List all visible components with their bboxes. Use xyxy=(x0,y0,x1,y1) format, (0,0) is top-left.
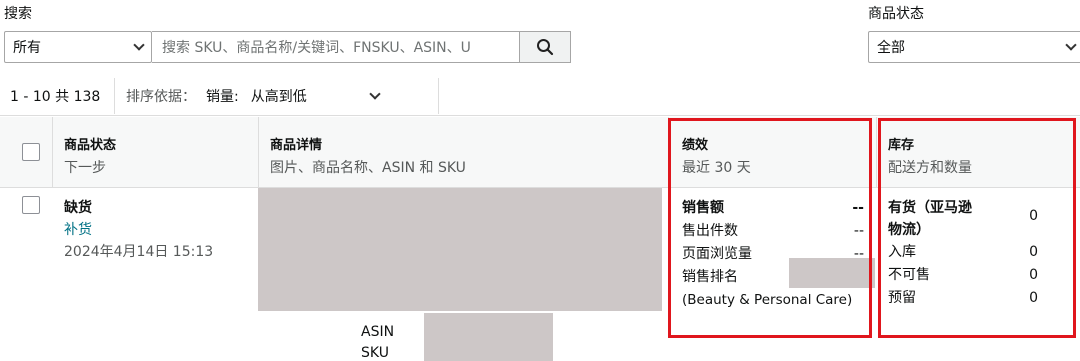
divider xyxy=(438,78,439,114)
search-button[interactable] xyxy=(519,31,571,63)
column-status-sub: 下一步 xyxy=(64,160,106,176)
result-range: 1 - 10 共 138 xyxy=(10,89,101,105)
column-status-title: 商品状态 xyxy=(64,138,117,153)
sku-label: SKU xyxy=(361,345,389,361)
divider xyxy=(52,117,53,188)
chevron-down-icon xyxy=(133,39,145,51)
sort-value: 从高到低 xyxy=(250,89,307,105)
divider xyxy=(258,117,259,188)
status-filter-value: 全部 xyxy=(877,40,905,56)
chevron-down-icon xyxy=(369,88,381,100)
asin-sku-redacted xyxy=(424,313,553,361)
search-input[interactable]: 搜索 SKU、商品名称/关键词、FNSKU、ASIN、U xyxy=(152,31,520,63)
divider xyxy=(114,78,115,114)
sort-select[interactable]: 销量: 从高到低 xyxy=(206,86,426,106)
column-details-sub: 图片、商品名称、ASIN 和 SKU xyxy=(270,160,466,176)
column-details-title: 商品详情 xyxy=(270,138,323,153)
select-all-checkbox[interactable] xyxy=(22,143,40,161)
status-filter-select[interactable]: 全部 xyxy=(868,31,1080,63)
column-details[interactable]: 商品详情 图片、商品名称、ASIN 和 SKU xyxy=(270,134,466,177)
row-status-cell: 缺货 补货 2024年4月14日 15:13 xyxy=(64,197,213,263)
divider xyxy=(876,117,877,188)
asin-label: ASIN xyxy=(361,324,395,340)
sort-label: 排序依据： xyxy=(126,89,196,105)
product-image-redacted xyxy=(258,188,662,311)
replenish-link[interactable]: 补货 xyxy=(64,219,213,241)
status-badge: 缺货 xyxy=(64,200,92,216)
row-checkbox[interactable] xyxy=(22,196,40,214)
column-status[interactable]: 商品状态 下一步 xyxy=(64,134,116,177)
search-icon xyxy=(537,39,554,56)
chevron-down-icon xyxy=(1065,39,1077,51)
search-scope-select[interactable]: 所有 xyxy=(4,31,152,63)
performance-highlight xyxy=(668,118,872,338)
search-label: 搜索 xyxy=(4,6,32,22)
sort-field: 销量: xyxy=(206,89,239,105)
search-placeholder: 搜索 SKU、商品名称/关键词、FNSKU、ASIN、U xyxy=(162,40,471,56)
sort-bar: 1 - 10 共 138 排序依据： 销量: 从高到低 xyxy=(0,76,1080,116)
inventory-highlight xyxy=(878,118,1076,338)
search-scope-value: 所有 xyxy=(13,40,41,56)
status-date: 2024年4月14日 15:13 xyxy=(64,244,214,260)
status-filter-label: 商品状态 xyxy=(868,6,924,22)
